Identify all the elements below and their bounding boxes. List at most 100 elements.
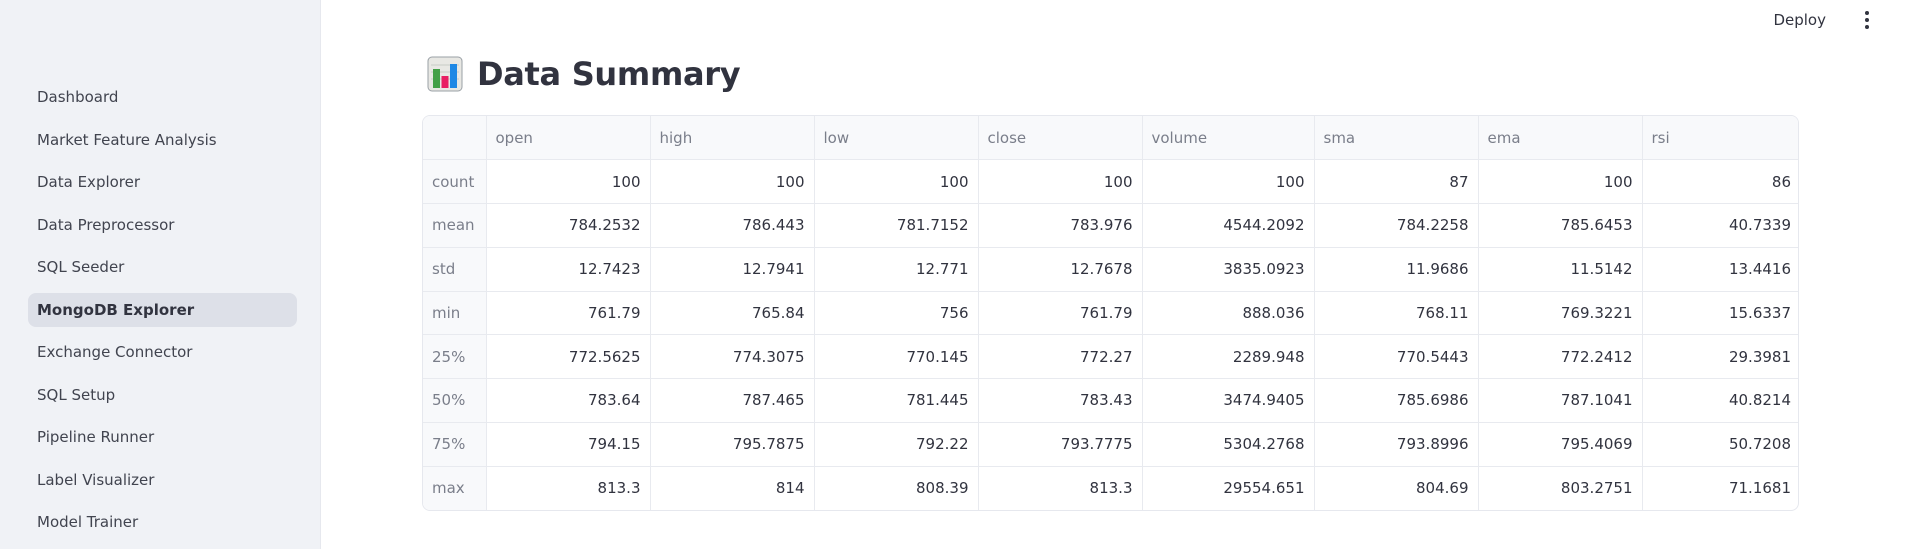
column-header[interactable]: close [978, 116, 1143, 161]
table-cell[interactable]: 787.1041 [1478, 378, 1643, 423]
table-cell[interactable]: 756 [814, 291, 979, 336]
table-cell[interactable]: 15.6337 [1642, 291, 1798, 336]
table-cell[interactable]: 888.036 [1142, 291, 1315, 336]
table-cell[interactable]: 71.1681 [1642, 466, 1798, 510]
table-row: count 100 100 100 100 100 87 100 86 [423, 159, 1798, 204]
table-cell[interactable]: 814 [650, 466, 815, 510]
kebab-menu-icon[interactable] [1857, 8, 1877, 32]
table-cell[interactable]: 785.6986 [1314, 378, 1479, 423]
table-cell[interactable]: 768.11 [1314, 291, 1479, 336]
sidebar-item[interactable]: Data Explorer [28, 165, 297, 199]
table-row: 25% 772.5625 774.3075 770.145 772.27 2289.948… [423, 334, 1798, 379]
table-cell[interactable]: 813.3 [978, 466, 1143, 510]
column-header[interactable]: ema [1478, 116, 1643, 161]
table-cell[interactable]: 783.64 [486, 378, 651, 423]
table-row: min 761.79 765.84 756 761.79 888.036 768.11 769… [423, 291, 1798, 336]
table-cell[interactable]: 11.5142 [1478, 247, 1643, 292]
table-cell[interactable]: 29.3981 [1642, 334, 1798, 379]
table-cell[interactable]: 100 [978, 159, 1143, 204]
table-cell[interactable]: 770.5443 [1314, 334, 1479, 379]
column-header[interactable]: low [814, 116, 979, 161]
table-row: std 12.7423 12.7941 12.771 12.7678 3835.0923 1… [423, 247, 1798, 292]
table-cell[interactable]: 783.976 [978, 203, 1143, 248]
table-cell[interactable]: 29554.651 [1142, 466, 1315, 510]
table-cell[interactable]: 100 [1478, 159, 1643, 204]
table-cell[interactable]: 794.15 [486, 422, 651, 467]
sidebar-item[interactable]: Exchange Connector [28, 335, 297, 369]
table-cell[interactable]: 4544.2092 [1142, 203, 1315, 248]
table-cell[interactable]: 2289.948 [1142, 334, 1315, 379]
table-cell[interactable]: 784.2258 [1314, 203, 1479, 248]
table-cell[interactable]: 793.8996 [1314, 422, 1479, 467]
row-index-label: min [423, 291, 487, 336]
bar-chart-icon [427, 56, 463, 92]
column-header[interactable]: high [650, 116, 815, 161]
table-cell[interactable]: 765.84 [650, 291, 815, 336]
page-title: Data Summary [477, 55, 741, 93]
row-index-label: count [423, 159, 487, 204]
table-cell[interactable]: 784.2532 [486, 203, 651, 248]
column-header[interactable]: volume [1142, 116, 1315, 161]
sidebar-item[interactable]: Model Trainer [28, 505, 297, 539]
table-cell[interactable]: 793.7775 [978, 422, 1143, 467]
table-cell[interactable]: 3474.9405 [1142, 378, 1315, 423]
table-cell[interactable]: 3835.0923 [1142, 247, 1315, 292]
sidebar-nav: Dashboard Market Feature Analysis Data Exp… [28, 80, 297, 548]
menu-dot [1865, 11, 1869, 15]
table-cell[interactable]: 787.465 [650, 378, 815, 423]
sidebar-item[interactable]: Data Preprocessor [28, 208, 297, 242]
row-index-label: 75% [423, 422, 487, 467]
deploy-button[interactable]: Deploy [1773, 8, 1826, 32]
sidebar-item[interactable]: MongoDB Explorer [28, 292, 297, 327]
column-header[interactable]: rsi [1642, 116, 1798, 161]
table-cell[interactable]: 100 [486, 159, 651, 204]
table-cell[interactable]: 100 [814, 159, 979, 204]
table-cell[interactable]: 781.445 [814, 378, 979, 423]
table-cell[interactable]: 795.7875 [650, 422, 815, 467]
table-cell[interactable]: 87 [1314, 159, 1479, 204]
table-cell[interactable]: 5304.2768 [1142, 422, 1315, 467]
table-cell[interactable]: 40.7339 [1642, 203, 1798, 248]
table-cell[interactable]: 11.9686 [1314, 247, 1479, 292]
sidebar-item[interactable]: Market Feature Analysis [28, 123, 297, 157]
table-cell[interactable]: 761.79 [486, 291, 651, 336]
table-cell[interactable]: 50.7208 [1642, 422, 1798, 467]
table-cell[interactable]: 795.4069 [1478, 422, 1643, 467]
table-cell[interactable]: 781.7152 [814, 203, 979, 248]
table-cell[interactable]: 803.2751 [1478, 466, 1643, 510]
table-cell[interactable]: 100 [650, 159, 815, 204]
table-cell[interactable]: 13.4416 [1642, 247, 1798, 292]
table-cell[interactable]: 783.43 [978, 378, 1143, 423]
column-header[interactable]: open [486, 116, 651, 161]
table-cell[interactable]: 770.145 [814, 334, 979, 379]
table-cell[interactable]: 774.3075 [650, 334, 815, 379]
table-cell[interactable]: 761.79 [978, 291, 1143, 336]
table-cell[interactable]: 813.3 [486, 466, 651, 510]
sidebar-item[interactable]: Dashboard [28, 80, 297, 114]
table-cell[interactable]: 86 [1642, 159, 1798, 204]
table-cell[interactable]: 769.3221 [1478, 291, 1643, 336]
table-cell[interactable]: 786.443 [650, 203, 815, 248]
sidebar-item[interactable]: SQL Seeder [28, 250, 297, 284]
table-cell[interactable]: 12.7678 [978, 247, 1143, 292]
sidebar-item[interactable]: Pipeline Runner [28, 420, 297, 454]
sidebar-item[interactable]: Label Visualizer [28, 463, 297, 497]
row-index-label: std [423, 247, 487, 292]
table-cell[interactable]: 772.2412 [1478, 334, 1643, 379]
table-row: max 813.3 814 808.39 813.3 29554.651 804.69 803… [423, 466, 1798, 510]
table-index-header [423, 116, 487, 161]
table-cell[interactable]: 12.7941 [650, 247, 815, 292]
column-header[interactable]: sma [1314, 116, 1479, 161]
table-cell[interactable]: 785.6453 [1478, 203, 1643, 248]
sidebar-item[interactable]: SQL Setup [28, 378, 297, 412]
table-cell[interactable]: 772.27 [978, 334, 1143, 379]
page-title-row: Data Summary [427, 52, 741, 96]
table-cell[interactable]: 12.7423 [486, 247, 651, 292]
table-cell[interactable]: 792.22 [814, 422, 979, 467]
table-cell[interactable]: 12.771 [814, 247, 979, 292]
table-cell[interactable]: 808.39 [814, 466, 979, 510]
table-cell[interactable]: 772.5625 [486, 334, 651, 379]
table-cell[interactable]: 100 [1142, 159, 1315, 204]
table-cell[interactable]: 804.69 [1314, 466, 1479, 510]
table-cell[interactable]: 40.8214 [1642, 378, 1798, 423]
